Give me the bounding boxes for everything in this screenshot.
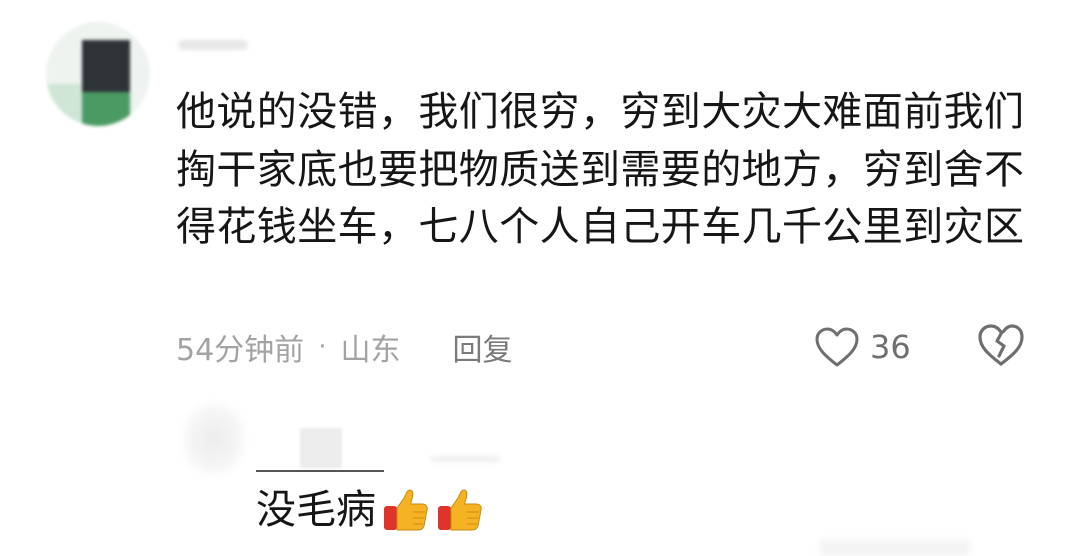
comment-meta: 54分钟前 · 山东 回复	[176, 322, 512, 372]
like-button[interactable]: 36	[814, 320, 911, 374]
avatar-pixel	[82, 92, 130, 126]
reply-avatar-blurred[interactable]	[184, 404, 244, 474]
meta-separator: ·	[318, 332, 327, 362]
reply-body: 没毛病	[256, 480, 484, 540]
reply-button[interactable]: 回复	[452, 325, 512, 369]
comment-location: 山东	[340, 333, 401, 368]
commenter-name-blurred[interactable]	[178, 40, 248, 50]
commenter-avatar[interactable]	[46, 22, 150, 126]
comment-screen: 他说的没错，我们很穷，穷到大灾大难面前我们掏干家底也要把物质送到需要的地方，穷到…	[0, 0, 1080, 556]
avatar-pixel	[46, 84, 86, 126]
like-count: 36	[870, 328, 911, 366]
heart-outline-icon	[814, 326, 860, 368]
thumbs-up-icon	[436, 486, 484, 534]
next-item-blurred	[820, 540, 970, 556]
reply-meta-blurred	[430, 456, 500, 462]
comment-time: 54分钟前	[176, 333, 305, 368]
reply-text: 没毛病	[256, 487, 376, 533]
reply-name-blurred[interactable]	[300, 428, 342, 468]
reply-name-underline	[256, 470, 384, 472]
thumbs-up-icon	[382, 486, 430, 534]
dislike-button[interactable]	[976, 322, 1028, 372]
comment-text: 他说的没错，我们很穷，穷到大灾大难面前我们掏干家底也要把物质送到需要的地方，穷到…	[176, 89, 1025, 250]
broken-heart-icon	[976, 322, 1028, 368]
avatar-pixel	[82, 40, 130, 92]
